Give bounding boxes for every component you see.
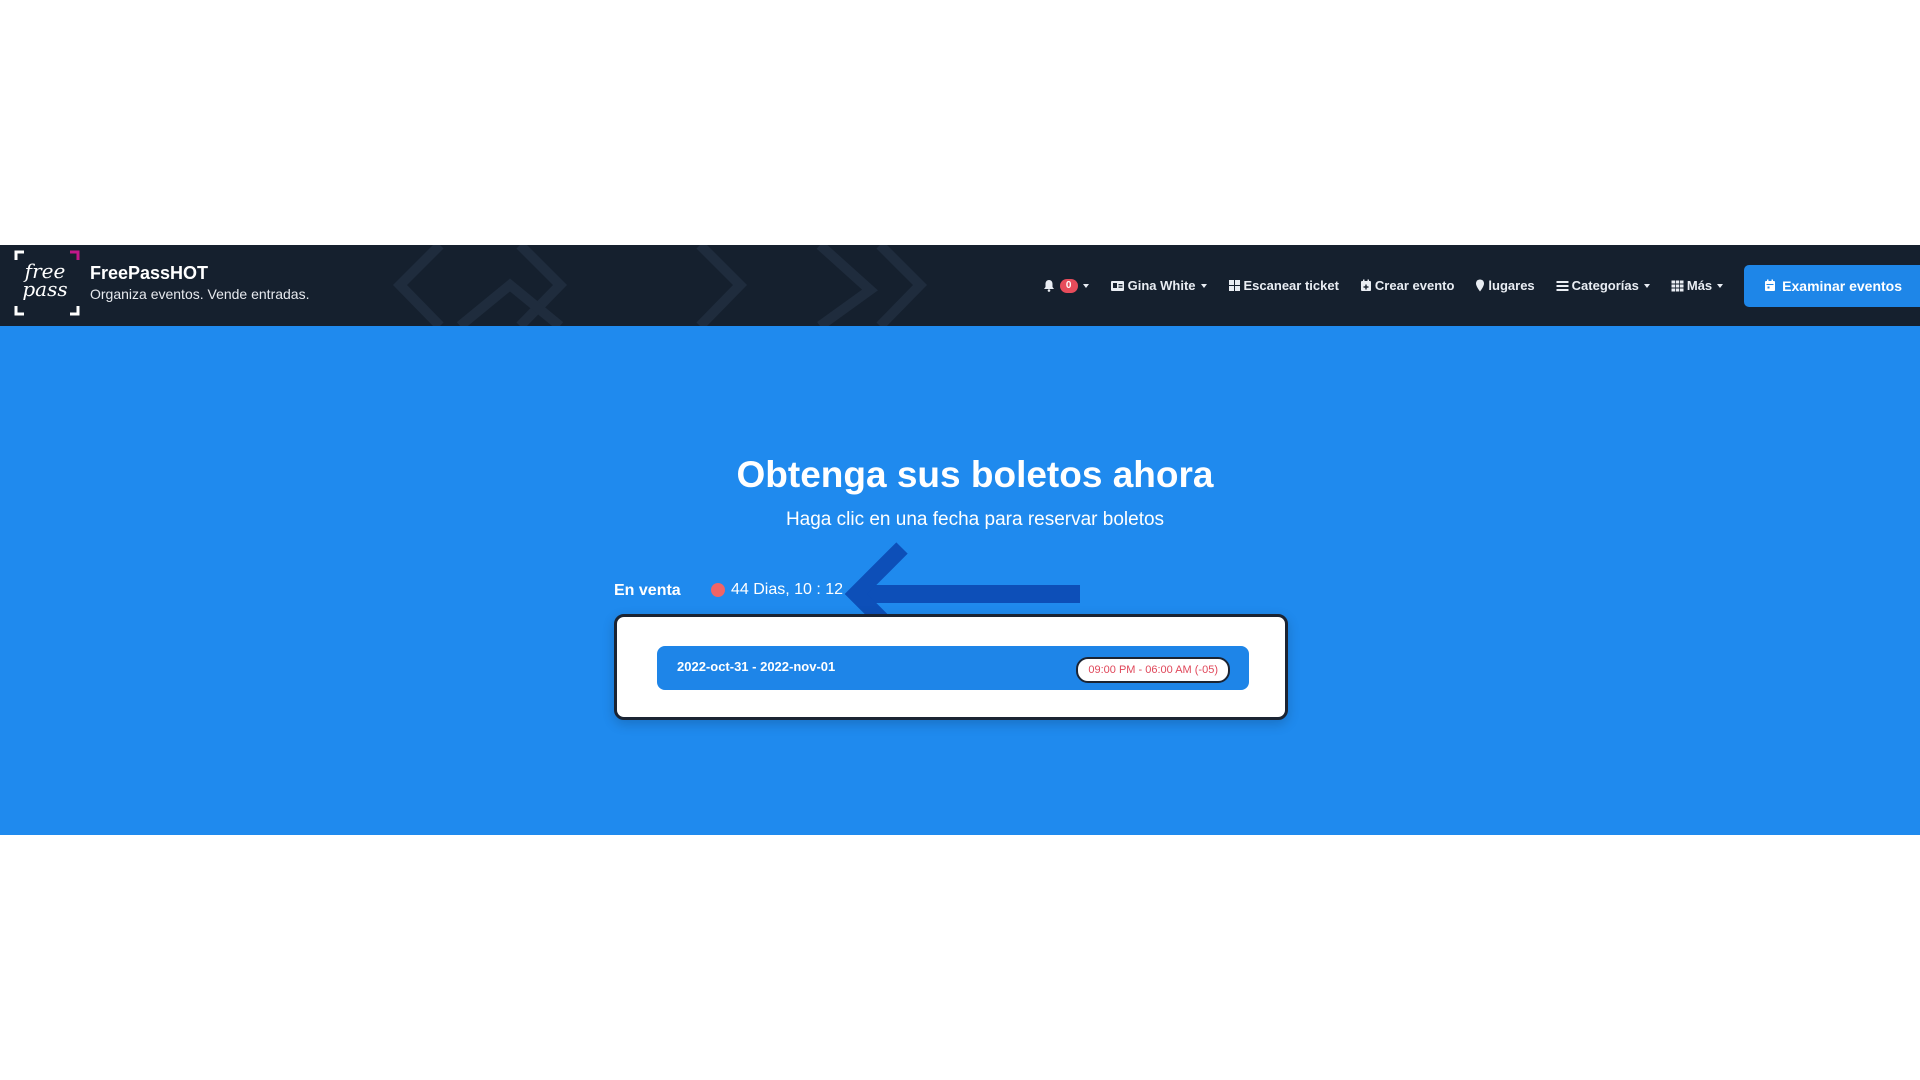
map-marker-icon [1476, 279, 1485, 292]
calendar-icon [1765, 279, 1776, 291]
categories-dropdown[interactable]: Categorías [1556, 278, 1650, 293]
apps-icon [1671, 280, 1684, 291]
brand-tagline: Organiza eventos. Vende entradas. [90, 286, 310, 302]
event-dates-card: 2022-oct-31 - 2022-nov-01 09:00 PM - 06:… [614, 614, 1288, 720]
top-navbar: free pass FreePassHOT Organiza eventos. … [0, 245, 1920, 326]
more-label: Más [1686, 278, 1713, 293]
event-date-button[interactable]: 2022-oct-31 - 2022-nov-01 09:00 PM - 06:… [657, 646, 1249, 690]
list-icon [1556, 280, 1569, 291]
sale-countdown: 44 Dias, 10 : 12 [711, 581, 843, 599]
grid-icon [1228, 280, 1240, 291]
brand-name[interactable]: FreePassHOT [90, 262, 309, 284]
event-time-badge: 09:00 PM - 06:00 AM (-05) [1076, 657, 1230, 683]
freepass-logo[interactable]: free pass [14, 250, 80, 316]
id-card-icon [1110, 281, 1124, 291]
calendar-plus-icon [1360, 279, 1371, 291]
scan-ticket-label: Escanear ticket [1243, 278, 1339, 293]
app-window: free pass FreePassHOT Organiza eventos. … [0, 245, 1920, 835]
chevron-down-icon [1082, 283, 1089, 288]
categories-label: Categorías [1571, 278, 1639, 293]
user-menu-dropdown[interactable]: Gina White [1110, 278, 1207, 293]
brand[interactable]: free pass FreePassHOT Organiza eventos. … [14, 250, 309, 316]
user-name: Gina White [1127, 278, 1196, 293]
event-date-range: 2022-oct-31 - 2022-nov-01 [677, 659, 836, 674]
notifications-dropdown[interactable]: 0 [1043, 278, 1089, 293]
page-subtitle: Haga clic en una fecha para reservar bol… [785, 509, 1165, 530]
bell-icon [1043, 280, 1054, 292]
main-nav: 0 Gina White Escanear ticket Crear event… [1043, 245, 1920, 326]
venues-label: lugares [1488, 278, 1535, 293]
on-sale-label: En venta [614, 582, 681, 599]
page-title: Obtenga sus boletos ahora [736, 454, 1214, 495]
brand-text: FreePassHOT Organiza eventos. Vende entr… [90, 262, 309, 304]
create-event-label: Crear evento [1374, 278, 1455, 293]
more-dropdown[interactable]: Más [1671, 278, 1724, 293]
chevron-down-icon [1643, 283, 1650, 288]
browse-events-label: Examinar eventos [1782, 277, 1902, 294]
clock-icon [711, 583, 725, 597]
chevron-down-icon [1717, 283, 1724, 288]
venues-link[interactable]: lugares [1475, 278, 1535, 293]
logo-text: free pass [22, 259, 68, 301]
scan-ticket-link[interactable]: Escanear ticket [1228, 278, 1339, 293]
countdown-text: 44 Dias, 10 : 12 [731, 581, 844, 598]
create-event-link[interactable]: Crear evento [1360, 278, 1454, 293]
notification-count-badge: 0 [1059, 278, 1078, 293]
browse-events-button[interactable]: Examinar eventos [1744, 264, 1920, 307]
tickets-section: Obtenga sus boletos ahora Haga clic en u… [0, 326, 1920, 835]
chevron-down-icon [1200, 283, 1207, 288]
